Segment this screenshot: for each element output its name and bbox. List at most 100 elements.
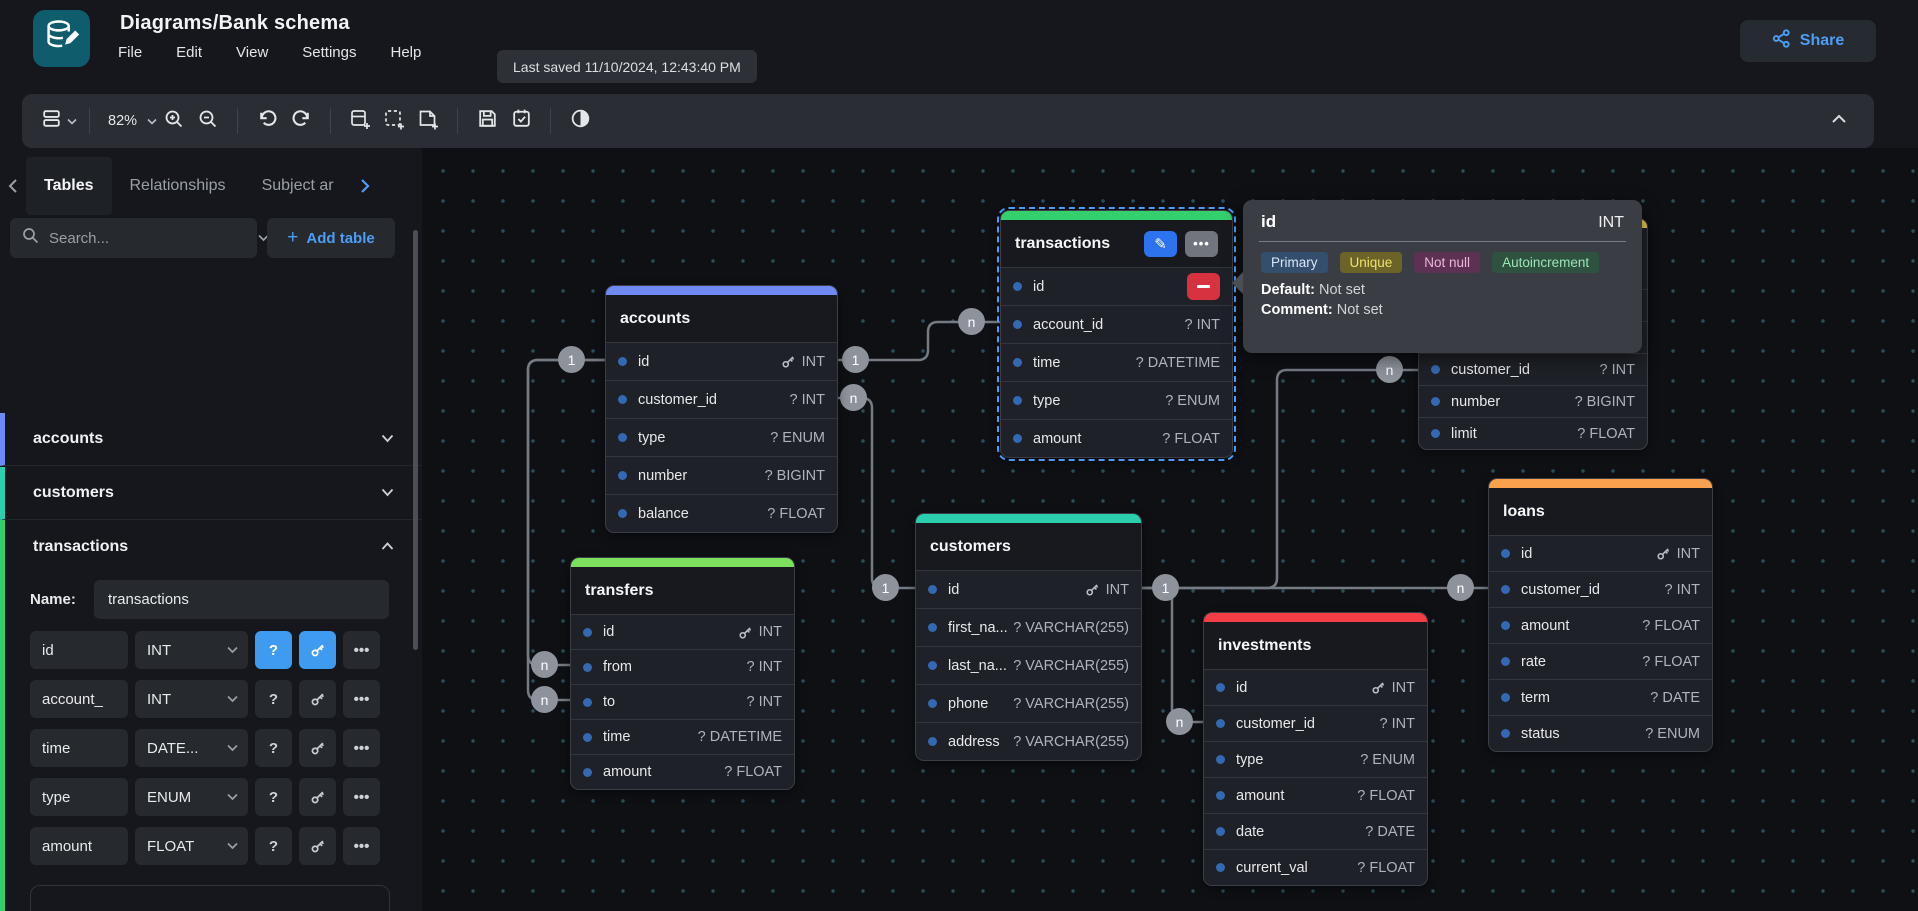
- canvas-table-accounts[interactable]: accounts id INT customer_id? INT type? E…: [605, 285, 838, 533]
- nullable-toggle[interactable]: ?: [255, 729, 292, 767]
- comment-section[interactable]: Comment: [30, 885, 390, 911]
- add-note-button[interactable]: [411, 103, 445, 139]
- field-name-input[interactable]: [30, 680, 128, 718]
- field-name-input[interactable]: [30, 827, 128, 865]
- zoom-in-button[interactable]: [157, 103, 191, 139]
- primary-key-toggle[interactable]: [299, 827, 336, 865]
- primary-key-toggle[interactable]: [299, 680, 336, 718]
- canvas-table-transactions[interactable]: transactions ✎ ••• id account_id? INT ti…: [1000, 210, 1233, 458]
- edit-table-button[interactable]: ✎: [1144, 231, 1177, 257]
- field-more-button[interactable]: •••: [343, 778, 380, 816]
- menu-help[interactable]: Help: [390, 44, 421, 61]
- field-more-button[interactable]: •••: [343, 631, 380, 669]
- field-name-input[interactable]: [30, 778, 128, 816]
- tab-tables[interactable]: Tables: [26, 157, 112, 215]
- field-type-select[interactable]: INT: [135, 631, 248, 669]
- nullable-toggle[interactable]: ?: [255, 778, 292, 816]
- delete-field-button[interactable]: [1187, 273, 1220, 300]
- nullable-toggle[interactable]: ?: [255, 631, 292, 669]
- table-field-row[interactable]: to? INT: [571, 684, 794, 719]
- zoom-level-dropdown[interactable]: 82%: [102, 103, 157, 139]
- table-field-row[interactable]: id: [1001, 267, 1232, 305]
- table-field-row[interactable]: date? DATE: [1204, 813, 1427, 849]
- search-input[interactable]: [49, 230, 248, 247]
- redo-button[interactable]: [284, 103, 318, 139]
- table-field-row[interactable]: amount? FLOAT: [1001, 419, 1232, 457]
- table-field-row[interactable]: from? INT: [571, 649, 794, 684]
- add-area-button[interactable]: [377, 103, 411, 139]
- zoom-out-button[interactable]: [191, 103, 225, 139]
- field-more-button[interactable]: •••: [343, 827, 380, 865]
- table-search[interactable]: [10, 218, 257, 258]
- table-field-row[interactable]: amount? FLOAT: [571, 754, 794, 789]
- tab-relationships[interactable]: Relationships: [112, 157, 244, 215]
- table-field-row[interactable]: amount? FLOAT: [1489, 607, 1712, 643]
- menu-file[interactable]: File: [118, 44, 142, 61]
- table-field-row[interactable]: type? ENUM: [1001, 381, 1232, 419]
- tabs-scroll-right-button[interactable]: [352, 178, 378, 194]
- field-type-select[interactable]: INT: [135, 680, 248, 718]
- table-field-row[interactable]: first_na...? VARCHAR(255): [916, 608, 1141, 646]
- add-table-tool-button[interactable]: [343, 103, 377, 139]
- table-more-button[interactable]: •••: [1185, 231, 1218, 257]
- primary-key-toggle[interactable]: [299, 778, 336, 816]
- canvas-table-customers[interactable]: customers id INT first_na...? VARCHAR(25…: [915, 513, 1142, 761]
- table-field-row[interactable]: address? VARCHAR(255): [916, 722, 1141, 760]
- table-field-row[interactable]: phone? VARCHAR(255): [916, 684, 1141, 722]
- primary-key-toggle[interactable]: [299, 631, 336, 669]
- field-name-input[interactable]: [30, 729, 128, 767]
- tab-subject-areas[interactable]: Subject ar: [244, 157, 352, 215]
- save-button[interactable]: [470, 103, 504, 139]
- table-field-row[interactable]: last_na...? VARCHAR(255): [916, 646, 1141, 684]
- field-more-button[interactable]: •••: [343, 729, 380, 767]
- table-field-row[interactable]: time? DATETIME: [571, 719, 794, 754]
- table-field-row[interactable]: id INT: [1204, 669, 1427, 705]
- table-field-row[interactable]: rate? FLOAT: [1489, 643, 1712, 679]
- theme-toggle-button[interactable]: [563, 103, 597, 139]
- table-field-row[interactable]: id INT: [916, 570, 1141, 608]
- table-field-row[interactable]: balance? FLOAT: [606, 494, 837, 532]
- table-field-row[interactable]: number? BIGINT: [606, 456, 837, 494]
- field-type-select[interactable]: FLOAT: [135, 827, 248, 865]
- sidebar-item-transactions[interactable]: transactions: [0, 520, 422, 573]
- menu-edit[interactable]: Edit: [176, 44, 202, 61]
- table-field-row[interactable]: number ? BIGINT: [1419, 385, 1647, 417]
- table-field-row[interactable]: id INT: [606, 342, 837, 380]
- canvas-table-investments[interactable]: investments id INT customer_id? INT type…: [1203, 612, 1428, 886]
- sidebar-item-customers[interactable]: customers: [0, 467, 422, 520]
- nullable-toggle[interactable]: ?: [255, 680, 292, 718]
- table-field-row[interactable]: type? ENUM: [1204, 741, 1427, 777]
- sidebar-item-accounts[interactable]: accounts: [0, 413, 422, 466]
- table-field-row[interactable]: id INT: [571, 614, 794, 649]
- add-table-button[interactable]: + Add table: [267, 218, 395, 258]
- field-type-select[interactable]: DATE...: [135, 729, 248, 767]
- share-button[interactable]: Share: [1740, 20, 1876, 62]
- tabs-scroll-left-button[interactable]: [0, 178, 26, 194]
- field-type-select[interactable]: ENUM: [135, 778, 248, 816]
- table-field-row[interactable]: type? ENUM: [606, 418, 837, 456]
- collapse-toolbar-button[interactable]: [1822, 103, 1856, 139]
- canvas-table-transfers[interactable]: transfers id INT from? INT to? INT time?…: [570, 557, 795, 790]
- table-field-row[interactable]: customer_id? INT: [1489, 571, 1712, 607]
- table-field-row[interactable]: customer_id? INT: [606, 380, 837, 418]
- nullable-toggle[interactable]: ?: [255, 827, 292, 865]
- field-more-button[interactable]: •••: [343, 680, 380, 718]
- table-field-row[interactable]: term? DATE: [1489, 679, 1712, 715]
- table-field-row[interactable]: account_id? INT: [1001, 305, 1232, 343]
- table-name-input[interactable]: [94, 580, 389, 619]
- table-field-row[interactable]: time? DATETIME: [1001, 343, 1232, 381]
- table-field-row[interactable]: status? ENUM: [1489, 715, 1712, 751]
- view-mode-button[interactable]: [40, 103, 77, 139]
- canvas-table-loans[interactable]: loans id INT customer_id? INT amount? FL…: [1488, 478, 1713, 752]
- table-field-row[interactable]: limit ? FLOAT: [1419, 417, 1647, 449]
- menu-view[interactable]: View: [236, 44, 268, 61]
- sidebar-scrollbar[interactable]: [413, 230, 418, 650]
- field-name-input[interactable]: [30, 631, 128, 669]
- table-field-row[interactable]: id INT: [1489, 535, 1712, 571]
- menu-settings[interactable]: Settings: [302, 44, 356, 61]
- table-field-row[interactable]: customer_id? INT: [1204, 705, 1427, 741]
- primary-key-toggle[interactable]: [299, 729, 336, 767]
- table-field-row[interactable]: customer_id ? INT: [1419, 353, 1647, 385]
- todo-button[interactable]: [504, 103, 538, 139]
- table-field-row[interactable]: current_val? FLOAT: [1204, 849, 1427, 885]
